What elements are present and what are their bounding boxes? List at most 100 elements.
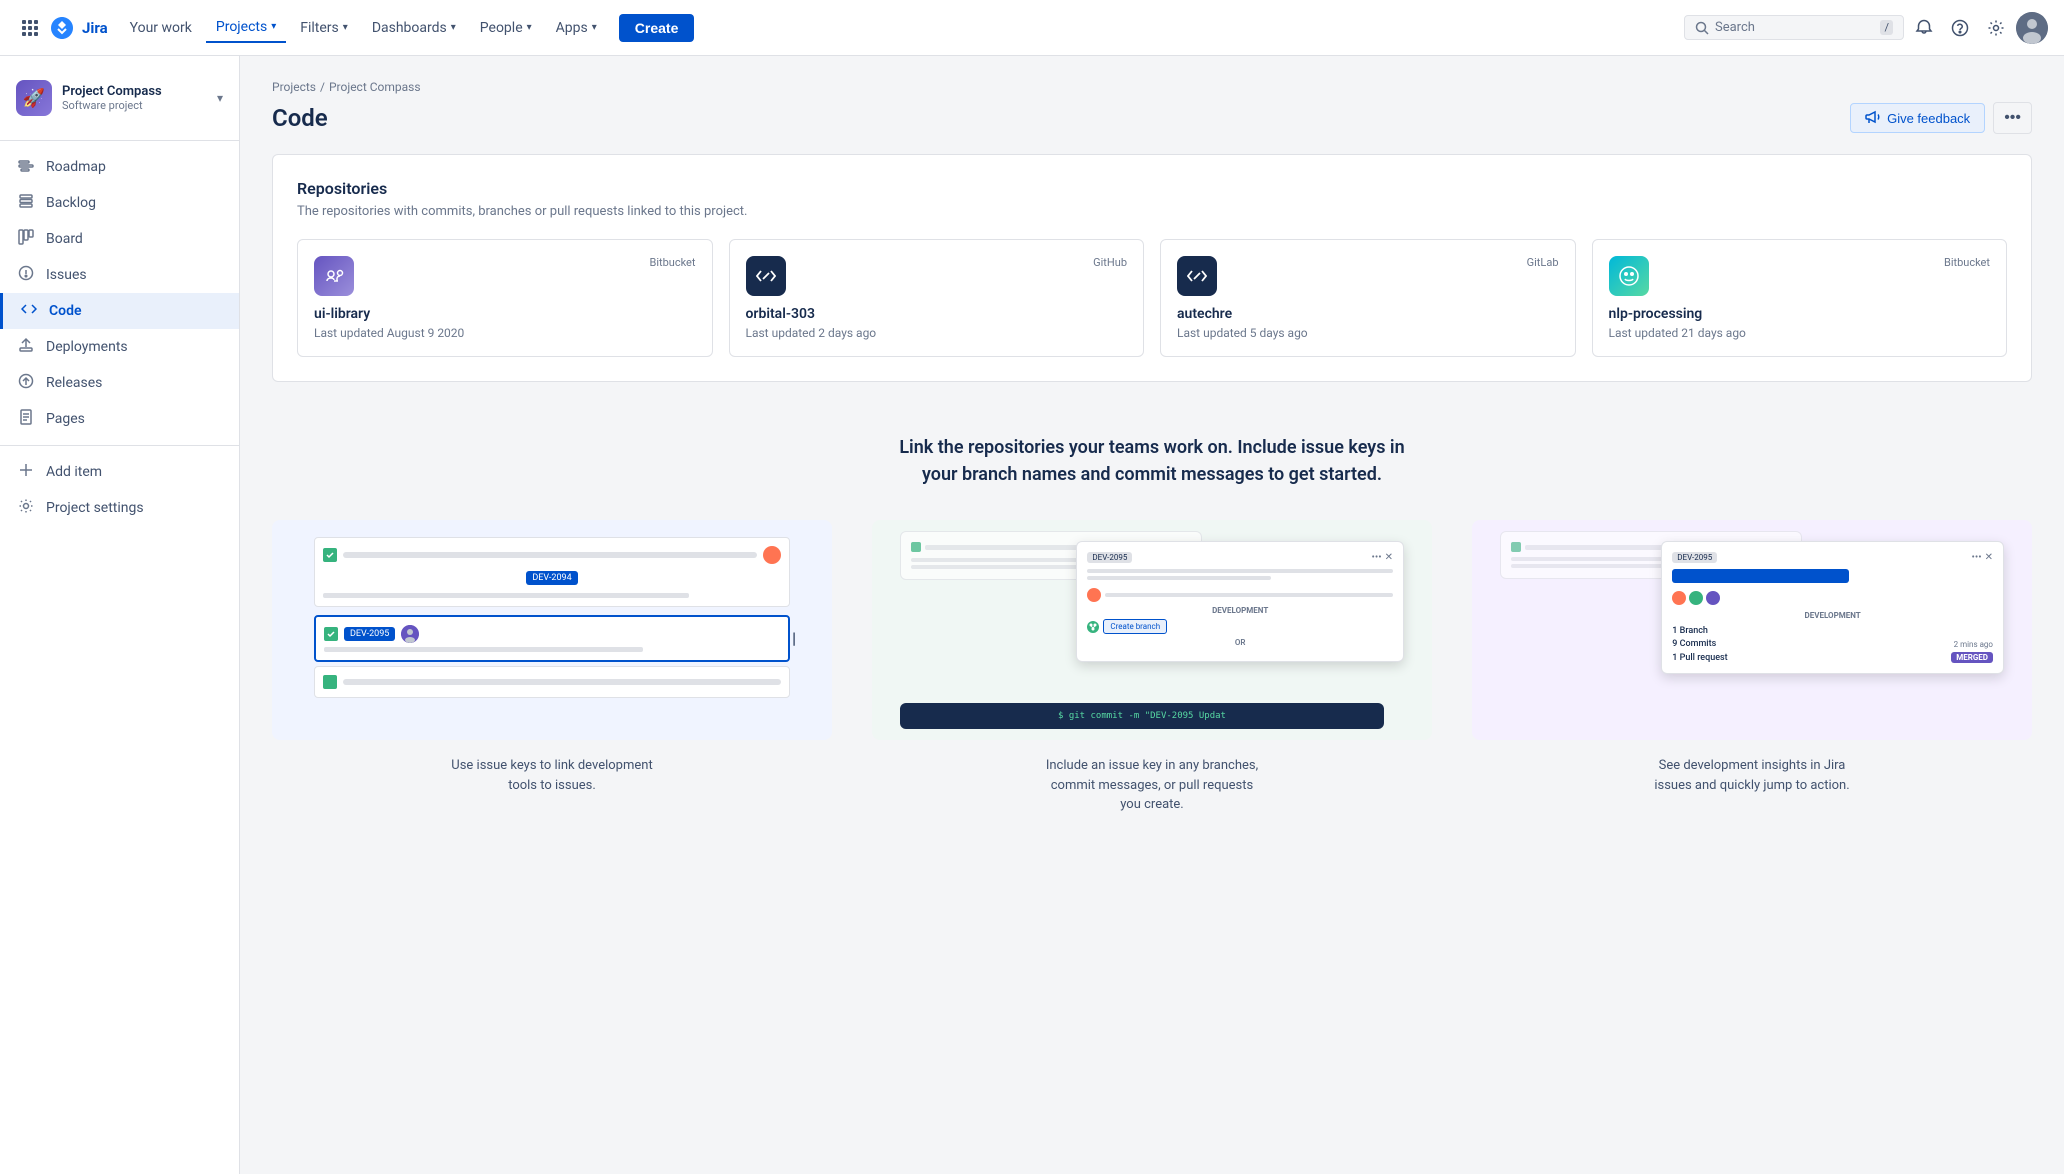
- jira-logo[interactable]: Jira: [48, 14, 108, 42]
- mock-terminal: $ git commit -m "DEV-2095 Updat: [900, 703, 1384, 729]
- repo-card-header: GitHub: [746, 256, 1128, 296]
- mock-x-icon-2: ✕: [1985, 552, 1993, 563]
- top-navigation: Jira Your work Projects ▾ Filters ▾ Dash…: [0, 0, 2064, 56]
- repo-card-header: Bitbucket: [314, 256, 696, 296]
- mock-ellipsis: •••: [1371, 552, 1381, 563]
- sidebar-item-project-settings[interactable]: Project settings: [0, 490, 239, 526]
- nav-people[interactable]: People ▾: [470, 14, 542, 42]
- repo-name: ui-library: [314, 306, 696, 322]
- repositories-subtitle: The repositories with commits, branches …: [297, 204, 2007, 219]
- code-icon: [19, 301, 39, 321]
- sidebar-item-releases[interactable]: Releases: [0, 365, 239, 401]
- nav-apps[interactable]: Apps ▾: [546, 14, 607, 42]
- chevron-down-icon: ▾: [271, 21, 276, 32]
- repo-icon-orbital-303: [746, 256, 786, 296]
- page-actions: Give feedback •••: [1850, 102, 2032, 134]
- mock-check-icon: [323, 548, 337, 562]
- breadcrumb-projects[interactable]: Projects: [272, 80, 316, 94]
- nav-dashboards[interactable]: Dashboards ▾: [362, 14, 466, 42]
- mock-bar-d: [1087, 576, 1270, 580]
- give-feedback-button[interactable]: Give feedback: [1850, 103, 1985, 133]
- project-icon: 🚀: [16, 80, 52, 116]
- create-button[interactable]: Create: [619, 14, 695, 42]
- repo-card-nlp-processing[interactable]: Bitbucket nlp-processing Last updated 21…: [1592, 239, 2008, 357]
- sidebar-item-label: Releases: [46, 375, 102, 391]
- mock-bar-3: [324, 647, 643, 652]
- promo-title: Link the repositories your teams work on…: [272, 434, 2032, 488]
- repo-card-ui-library[interactable]: Bitbucket ui-library Last updated August…: [297, 239, 713, 357]
- sidebar-divider-2: [0, 445, 239, 446]
- releases-icon: [16, 373, 36, 393]
- repo-card-autechre[interactable]: GitLab autechre Last updated 5 days ago: [1160, 239, 1576, 357]
- repo-card-header: GitLab: [1177, 256, 1559, 296]
- mock-dev-popup: DEV-2095 ••• ✕: [1076, 541, 1404, 662]
- user-avatar[interactable]: [2016, 12, 2048, 44]
- mock-bar-c: [1087, 569, 1393, 573]
- sidebar-divider: [0, 140, 239, 141]
- nav-filters[interactable]: Filters ▾: [290, 14, 358, 42]
- nav-your-work[interactable]: Your work: [120, 14, 202, 42]
- grid-menu-icon[interactable]: [16, 14, 44, 42]
- project-name: Project Compass: [62, 84, 207, 99]
- search-box[interactable]: Search /: [1684, 15, 1904, 40]
- repo-updated: Last updated 21 days ago: [1609, 326, 1991, 340]
- mock-tag-dev2094: DEV-2094: [526, 571, 577, 585]
- chevron-down-icon: ▾: [527, 22, 532, 33]
- sidebar-item-label: Code: [49, 303, 82, 319]
- mock-bar-4: [343, 679, 781, 685]
- mock-dev-id-3: DEV-2095: [1672, 552, 1717, 563]
- sidebar-item-label: Pages: [46, 411, 85, 427]
- mock-check-icon-2: [324, 627, 338, 641]
- repo-card-orbital-303[interactable]: GitHub orbital-303 Last updated 2 days a…: [729, 239, 1145, 357]
- search-icon: [1695, 21, 1709, 35]
- more-options-button[interactable]: •••: [1993, 102, 2032, 134]
- mock-highlighted-item: DEV-2095 |: [314, 615, 790, 662]
- issues-icon: [16, 265, 36, 285]
- sidebar-item-issues[interactable]: Issues: [0, 257, 239, 293]
- chevron-down-icon: ▾: [592, 22, 597, 33]
- project-type: Software project: [62, 99, 207, 112]
- repo-icon-autechre: [1177, 256, 1217, 296]
- mock-dev-label-3: DEVELOPMENT: [1672, 611, 1993, 620]
- sidebar-item-backlog[interactable]: Backlog: [0, 185, 239, 221]
- sidebar-item-add-item[interactable]: Add item: [0, 454, 239, 490]
- help-button[interactable]: [1944, 12, 1976, 44]
- board-icon: [16, 229, 36, 249]
- mock-merged-badge: MERGED: [1951, 652, 1993, 663]
- repositories-grid: Bitbucket ui-library Last updated August…: [297, 239, 2007, 357]
- megaphone-icon: [1865, 110, 1881, 126]
- breadcrumb: Projects / Project Compass: [272, 80, 2032, 94]
- notifications-button[interactable]: [1908, 12, 1940, 44]
- sidebar-project-header[interactable]: 🚀 Project Compass Software project ▾: [0, 72, 239, 132]
- promo-card-include-key: DEV-2095 ••• ✕: [872, 520, 1432, 815]
- mock-dev-section-label: DEVELOPMENT: [1087, 606, 1393, 615]
- sidebar-item-code[interactable]: Code: [0, 293, 239, 329]
- mock-branch-count: 1 Branch: [1672, 626, 1708, 636]
- repo-source: Bitbucket: [1944, 256, 1990, 269]
- mock-dev-id-badge: DEV-2095: [1087, 552, 1132, 563]
- repo-icon-nlp: [1609, 256, 1649, 296]
- mock-pr-count: 1 Pull request: [1672, 653, 1727, 663]
- settings-icon: [16, 498, 36, 518]
- nav-projects[interactable]: Projects ▾: [206, 13, 286, 43]
- sidebar-item-deployments[interactable]: Deployments: [0, 329, 239, 365]
- mock-check-icon-3: [323, 675, 337, 689]
- sidebar-item-pages[interactable]: Pages: [0, 401, 239, 437]
- mock-bar: [343, 552, 757, 558]
- sidebar-item-board[interactable]: Board: [0, 221, 239, 257]
- promo-cards-grid: DEV-2094 DEV-2095: [272, 520, 2032, 815]
- settings-button[interactable]: [1980, 12, 2012, 44]
- main-content: Projects / Project Compass Code Give fee…: [240, 56, 2064, 1174]
- mock-bar-e: [1105, 593, 1393, 597]
- promo-image-1: DEV-2094 DEV-2095: [272, 520, 832, 740]
- promo-mock-2: DEV-2095 ••• ✕: [900, 531, 1404, 729]
- sidebar-item-roadmap[interactable]: Roadmap: [0, 149, 239, 185]
- mock-dev-panel: DEV-2095 ••• ✕: [1661, 541, 2004, 674]
- sidebar-item-label: Roadmap: [46, 159, 106, 175]
- promo-section: Link the repositories your teams work on…: [272, 414, 2032, 815]
- breadcrumb-project-compass[interactable]: Project Compass: [329, 80, 421, 94]
- chevron-down-icon: ▾: [343, 22, 348, 33]
- promo-card-dev-insights: DEV-2095 ••• ✕: [1472, 520, 2032, 815]
- mock-branch-icon: [1087, 621, 1099, 633]
- project-dropdown-icon: ▾: [217, 91, 223, 105]
